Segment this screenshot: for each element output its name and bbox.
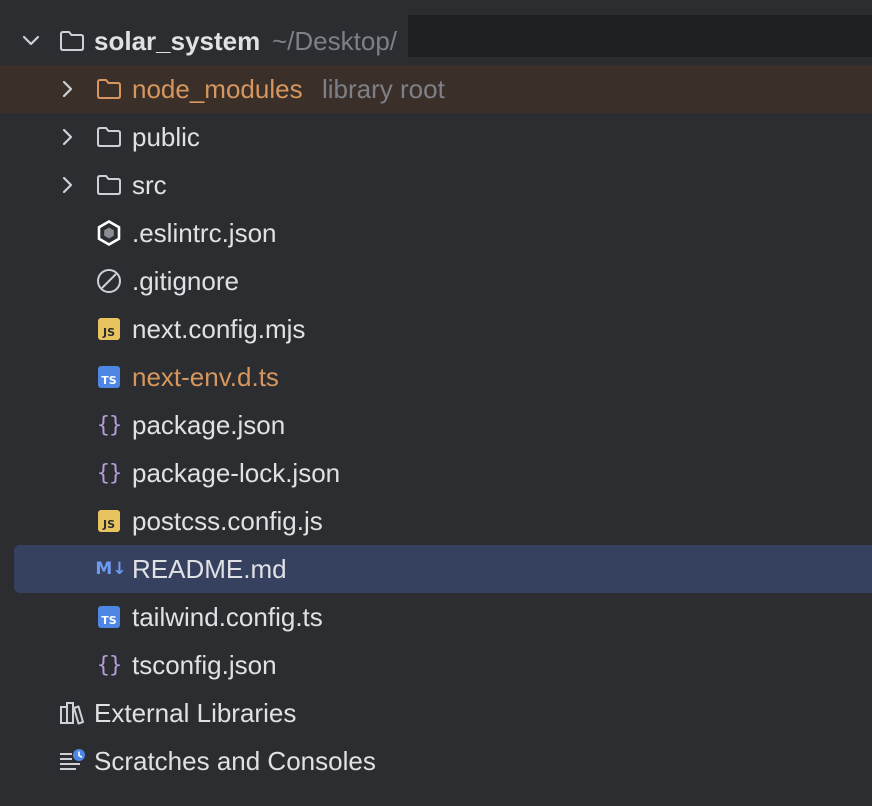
chevron-down-icon[interactable] [21, 31, 41, 51]
json-icon: {} [96, 412, 122, 438]
ts-file-icon: TS [95, 363, 123, 391]
tree-item-gitignore[interactable]: .gitignore [0, 257, 872, 305]
js-file-icon: JS [95, 507, 123, 535]
tree-item-label: tsconfig.json [132, 650, 277, 680]
project-name: solar_system [94, 26, 261, 56]
tree-item-package-json[interactable]: {} package.json [0, 401, 872, 449]
tree-item-next-config[interactable]: JS next.config.mjs [0, 305, 872, 353]
folder-icon [95, 123, 123, 151]
js-file-icon: JS [95, 315, 123, 343]
ts-file-icon: TS [95, 603, 123, 631]
project-path: ~/Desktop/ [272, 26, 398, 56]
tree-item-postcss-config[interactable]: JS postcss.config.js [0, 497, 872, 545]
json-icon: {} [96, 460, 122, 486]
tree-item-src[interactable]: src [0, 161, 872, 209]
tree-item-tsconfig[interactable]: {} tsconfig.json [0, 641, 872, 689]
tree-item-label: README.md [132, 554, 287, 584]
tree-item-readme[interactable]: M↓ README.md [14, 545, 872, 593]
eslint-icon [95, 219, 123, 247]
tree-item-label: postcss.config.js [132, 506, 323, 536]
folder-icon [58, 27, 86, 55]
tree-item-label: src [132, 170, 167, 200]
chevron-right-icon[interactable] [58, 127, 78, 147]
tree-item-scratches[interactable]: Scratches and Consoles [0, 737, 872, 785]
tree-item-label: node_modules [132, 74, 303, 104]
tree-item-label: public [132, 122, 200, 152]
libraries-icon [58, 699, 86, 727]
tree-item-label: package.json [132, 410, 286, 440]
tree-item-package-lock[interactable]: {} package-lock.json [0, 449, 872, 497]
ignore-icon [95, 267, 123, 295]
chevron-right-icon[interactable] [58, 175, 78, 195]
tree-item-public[interactable]: public [0, 113, 872, 161]
tree-item-eslintrc[interactable]: .eslintrc.json [0, 209, 872, 257]
project-tree: solar_system ~/Desktop/ node_modules lib… [0, 0, 872, 806]
scratches-icon [58, 747, 86, 775]
tree-item-label: tailwind.config.ts [132, 602, 323, 632]
tree-item-label: package-lock.json [132, 458, 341, 488]
tree-item-node-modules[interactable]: node_modules library root [0, 65, 872, 113]
json-icon: {} [96, 652, 122, 678]
library-root-hint: library root [322, 74, 445, 104]
tree-item-label: .gitignore [132, 266, 239, 296]
folder-icon [95, 75, 123, 103]
tree-item-external-libraries[interactable]: External Libraries [0, 689, 872, 737]
chevron-right-icon[interactable] [58, 79, 78, 99]
tree-item-label: next.config.mjs [132, 314, 306, 344]
tree-item-label: next-env.d.ts [132, 362, 279, 392]
tree-item-label: External Libraries [94, 698, 297, 728]
redacted-path-region [408, 15, 872, 57]
tree-item-label: .eslintrc.json [132, 218, 277, 248]
folder-icon [95, 171, 123, 199]
markdown-icon: M↓ [95, 559, 127, 579]
tree-item-next-env[interactable]: TS next-env.d.ts [0, 353, 872, 401]
tree-item-label: Scratches and Consoles [94, 746, 376, 776]
tree-item-tailwind-config[interactable]: TS tailwind.config.ts [0, 593, 872, 641]
